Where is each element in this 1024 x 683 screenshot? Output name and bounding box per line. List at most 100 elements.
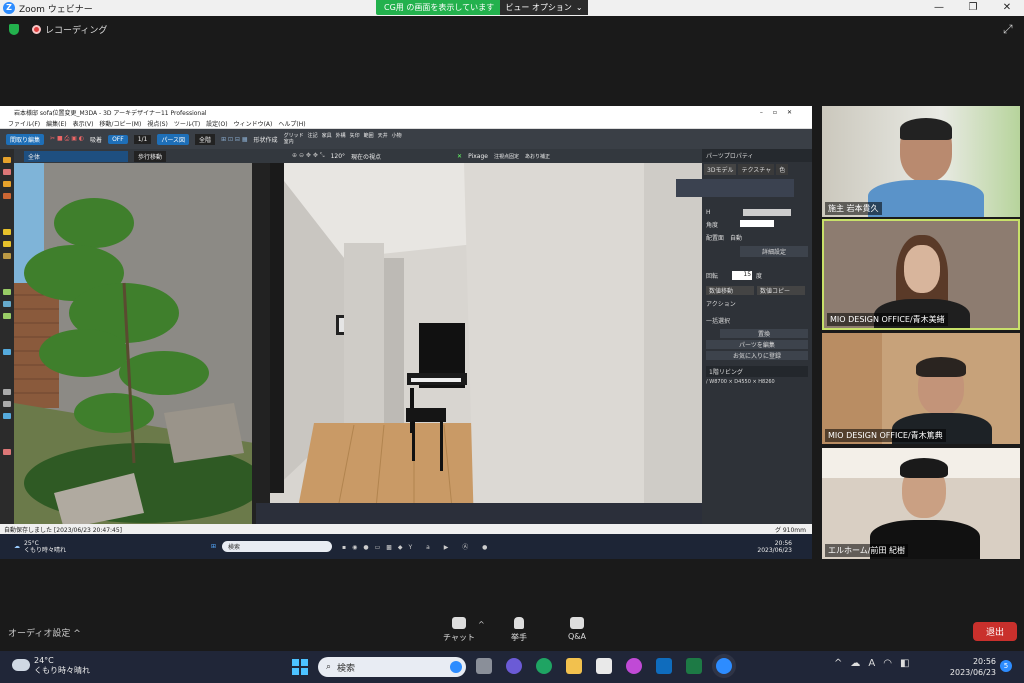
tool-icon[interactable]: [3, 413, 11, 419]
store-icon[interactable]: [596, 658, 612, 674]
copilot-icon[interactable]: [626, 658, 642, 674]
tool-icon[interactable]: [3, 289, 11, 295]
shape-create-button[interactable]: 形状作成: [254, 135, 278, 144]
menu-tools[interactable]: ツール(T): [174, 119, 200, 128]
tool-icon[interactable]: [3, 301, 11, 307]
tool-icon[interactable]: [3, 193, 11, 199]
maximize-icon[interactable]: ❐: [956, 0, 990, 16]
check-furniture[interactable]: 家具: [322, 133, 332, 139]
tool-icon[interactable]: [3, 241, 11, 247]
check-range[interactable]: 範囲: [364, 133, 374, 139]
check-interior[interactable]: 室内: [284, 139, 294, 145]
floor-select[interactable]: 全階: [195, 133, 216, 145]
menu-view[interactable]: 表示(V): [73, 119, 94, 128]
menu-move[interactable]: 移動/コピー(M): [99, 119, 141, 128]
scale-select[interactable]: 1/1: [133, 134, 152, 144]
check-exterior[interactable]: 外構: [336, 133, 346, 139]
zoom-app-icon[interactable]: [716, 658, 732, 674]
angle-input[interactable]: [740, 220, 775, 227]
windows-start-icon[interactable]: ⊞: [211, 543, 216, 550]
menu-settings[interactable]: 設定(O): [206, 119, 227, 128]
leave-button[interactable]: 退出: [973, 622, 1017, 641]
parts-edit-button[interactable]: パーツを編集: [706, 340, 808, 349]
weather-widget[interactable]: 24°C くもり時々晴れ: [34, 656, 90, 676]
inner-search-box[interactable]: 検索: [222, 541, 333, 552]
auto-checkbox[interactable]: 自動: [730, 233, 742, 242]
menu-file[interactable]: ファイル(F): [8, 119, 40, 128]
system-tray-icons[interactable]: ^☁A◠◧: [834, 658, 917, 669]
display-checkboxes[interactable]: グリッド 注記 家具 外構 矢印 範囲 天井 小物 室内: [284, 133, 414, 145]
tool-icon[interactable]: [3, 181, 11, 187]
participant-tile[interactable]: MIO DESIGN OFFICE/青木篤典: [822, 333, 1020, 444]
windows-start-icon[interactable]: [292, 659, 308, 675]
check-notes[interactable]: 注記: [308, 133, 318, 139]
detail-settings-button[interactable]: 詳細設定: [740, 246, 808, 257]
chat-button[interactable]: チャット: [434, 617, 484, 643]
shield-icon[interactable]: [9, 24, 19, 35]
plan-edit-button[interactable]: 間取り編集: [6, 133, 45, 145]
height-input[interactable]: [742, 209, 791, 216]
tool-icon[interactable]: [3, 313, 11, 319]
tool-icon[interactable]: [3, 349, 11, 355]
tool-icon[interactable]: [3, 401, 11, 407]
tool-icon[interactable]: [3, 157, 11, 163]
menu-viewpoint[interactable]: 視点(S): [147, 119, 168, 128]
numeric-copy-select[interactable]: 数値コピー: [757, 286, 805, 295]
suction-toggle[interactable]: OFF: [108, 134, 128, 144]
inner-app-icons[interactable]: ▪◉●▭▩◆Y a ▶ Ⓐ ●: [342, 542, 493, 551]
taskbar-search-box[interactable]: ⌕ 検索: [318, 657, 466, 677]
audio-settings-button[interactable]: オーディオ設定 ^: [8, 626, 81, 639]
check-small-items[interactable]: 小物: [392, 133, 402, 139]
focus-fix-check[interactable]: 注視点固定: [494, 153, 519, 160]
teams-chat-icon[interactable]: [506, 658, 522, 674]
task-view-icon[interactable]: [476, 658, 492, 674]
chevron-up-icon[interactable]: ^: [478, 620, 485, 629]
tab-texture[interactable]: テクスチャ: [738, 164, 775, 175]
raise-hand-button[interactable]: 挙手: [494, 617, 544, 643]
rotate-input[interactable]: 15: [732, 271, 753, 280]
perspective-button[interactable]: パース図: [157, 133, 190, 145]
fov-select[interactable]: 120°: [331, 153, 345, 160]
file-explorer-icon[interactable]: [566, 658, 582, 674]
tab-3d-model[interactable]: 3Dモデル: [704, 164, 737, 175]
tool-icon[interactable]: [3, 253, 11, 259]
tool-icon[interactable]: [3, 169, 11, 175]
qa-button[interactable]: Q&A: [552, 617, 602, 641]
edge-icon[interactable]: [536, 658, 552, 674]
layer-select[interactable]: 全体: [24, 150, 128, 162]
zoom-tool-icons[interactable]: ⊕ ⊖ ✥ ✥ ⤡: [292, 152, 325, 160]
outlook-icon[interactable]: [656, 658, 672, 674]
3d-viewport[interactable]: [14, 163, 702, 529]
tool-icon[interactable]: [3, 229, 11, 235]
viewpoint-select[interactable]: 現在の視点: [351, 152, 381, 161]
recording-label[interactable]: レコーディング: [45, 23, 107, 36]
numeric-move-select[interactable]: 数値移動: [706, 286, 754, 295]
walk-mode-button[interactable]: 歩行移動: [134, 150, 167, 162]
tool-icon[interactable]: [3, 449, 11, 455]
minimize-icon[interactable]: —: [922, 0, 956, 16]
fullscreen-icon[interactable]: ⤢: [1003, 22, 1013, 37]
menu-help[interactable]: ヘルプ(H): [278, 119, 305, 128]
tool-icons[interactable]: ✂ ■ ⎙ ▣ ◐: [50, 135, 84, 143]
taskbar-clock[interactable]: 20:56 2023/06/23: [948, 656, 996, 678]
participant-tile[interactable]: エルホーム/前田 紀樹: [822, 448, 1020, 559]
tool-icon[interactable]: [3, 389, 11, 395]
tilt-correct-check[interactable]: あおり補正: [525, 153, 550, 160]
close-icon[interactable]: ✕: [990, 0, 1024, 16]
check-ceiling[interactable]: 天井: [378, 133, 388, 139]
menu-window[interactable]: ウィンドウ(A): [234, 119, 273, 128]
participant-tile-active[interactable]: MIO DESIGN OFFICE/青木美緒: [822, 219, 1020, 330]
notification-badge[interactable]: 5: [1000, 660, 1012, 672]
left-tool-palette[interactable]: [0, 149, 14, 529]
tab-color[interactable]: 色: [776, 164, 789, 175]
view-tool-icons[interactable]: ⊞ ⊡ ⊟ ▦: [221, 136, 247, 143]
check-arrow[interactable]: 矢印: [350, 133, 360, 139]
menu-edit[interactable]: 編集(E): [46, 119, 66, 128]
view-options-button[interactable]: ビュー オプション ⌄: [500, 0, 588, 15]
replace-button[interactable]: 置換: [720, 329, 808, 338]
add-favorite-button[interactable]: お気に入りに登録: [706, 351, 808, 360]
excel-icon[interactable]: [686, 658, 702, 674]
pixage-button[interactable]: Pixage: [468, 153, 488, 160]
app-window-controls-icon[interactable]: –▫✕: [760, 109, 802, 116]
participant-tile[interactable]: 施主 岩本貴久: [822, 106, 1020, 217]
